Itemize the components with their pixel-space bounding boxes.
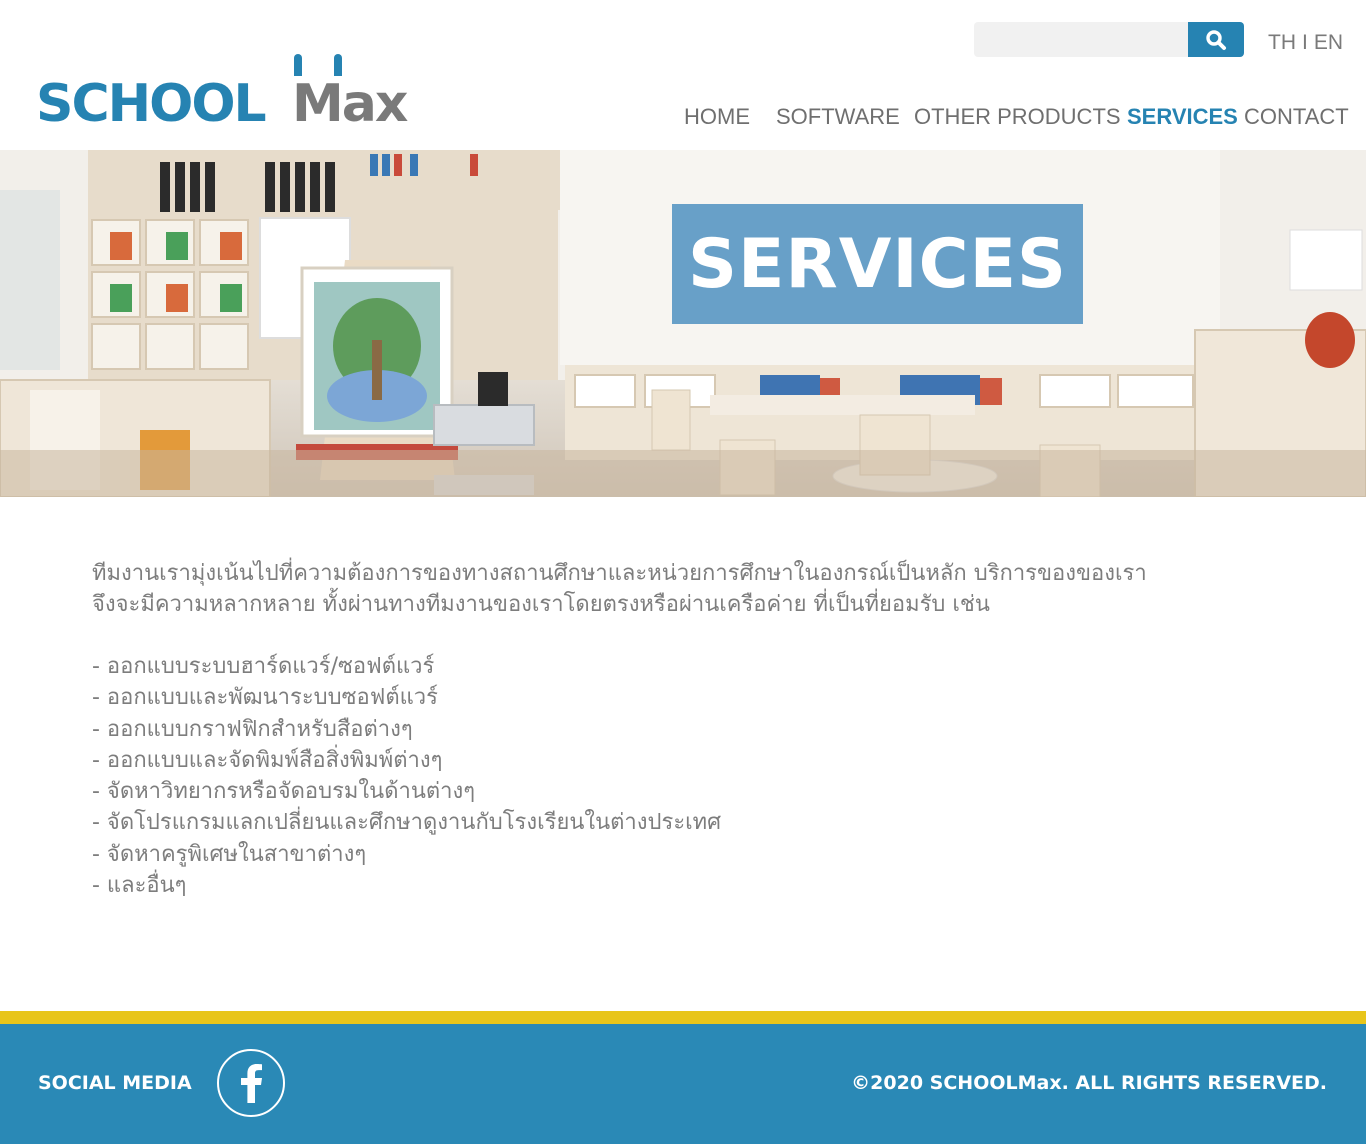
list-item: - ออกแบบและพัฒนาระบบซอฟต์แวร์ <box>92 685 438 711</box>
list-item: - จัดหาวิทยากรหรือจัดอบรมในด้านต่างๆ <box>92 779 476 805</box>
nav-services[interactable]: SERVICES <box>1127 104 1238 130</box>
list-item: - จัดหาครูพิเศษในสาขาต่างๆ <box>92 841 367 867</box>
search-icon <box>1206 29 1226 50</box>
intro-line: จึงจะมีความหลากหลาย ทั้งผ่านทางทีมงานของ… <box>92 592 990 617</box>
facebook-icon <box>241 1064 262 1103</box>
footer-accent-stripe <box>0 1011 1366 1024</box>
search-input[interactable] <box>974 22 1188 57</box>
logo-mark-left <box>294 54 302 76</box>
list-item: - ออกแบบกราฟฟิกสำหรับสือต่างๆ <box>92 716 413 742</box>
list-item: - และอื่นๆ <box>92 873 187 899</box>
list-item: - จัดโปรแกรมแลกเปลี่ยนและศึกษาดูงานกับโร… <box>92 810 722 836</box>
facebook-link[interactable] <box>217 1049 285 1117</box>
nav-software[interactable]: SOFTWARE <box>776 104 900 130</box>
search-button[interactable] <box>1188 22 1244 57</box>
language-switcher: TH I EN <box>1268 31 1343 55</box>
social-media-label: SOCIAL MEDIA <box>38 1072 192 1094</box>
nav-home[interactable]: HOME <box>684 104 750 130</box>
site-footer: SOCIAL MEDIA ©2020 SCHOOLMax. ALL RIGHTS… <box>0 1024 1366 1144</box>
main-nav: HOME SOFTWARE OTHER PRODUCTS SERVICES CO… <box>0 104 1366 134</box>
lang-th-link[interactable]: TH <box>1268 31 1296 54</box>
copyright-text: ©2020 SCHOOLMax. ALL RIGHTS RESERVED. <box>851 1072 1327 1094</box>
services-content: ทีมงานเรามุ่งเน้นไปที่ความต้องการของทางส… <box>92 558 1282 901</box>
intro-paragraph: ทีมงานเรามุ่งเน้นไปที่ความต้องการของทางส… <box>92 558 1282 620</box>
lang-en-link[interactable]: EN <box>1314 31 1343 54</box>
site-header: SCHOOL Max TH I EN HOME SOFTWARE OTHER PRO… <box>0 0 1366 150</box>
services-list: - ออกแบบระบบฮาร์ดแวร์/ซอฟต์แวร์ - ออกแบบ… <box>92 651 1282 901</box>
list-item: - ออกแบบระบบฮาร์ดแวร์/ซอฟต์แวร์ <box>92 654 435 679</box>
nav-other-products[interactable]: OTHER PRODUCTS <box>914 104 1121 130</box>
list-item: - ออกแบบและจัดพิมพ์สือสิ่งพิมพ์ต่างๆ <box>92 747 443 773</box>
lang-separator: I <box>1302 31 1308 54</box>
nav-contact[interactable]: CONTACT <box>1244 104 1349 130</box>
hero-banner: SERVICES <box>0 150 1366 497</box>
hero-title-box: SERVICES <box>672 204 1083 324</box>
intro-line: ทีมงานเรามุ่งเน้นไปที่ความต้องการของทางส… <box>92 561 1147 586</box>
hero-title: SERVICES <box>687 224 1068 304</box>
logo-mark-right <box>334 54 342 76</box>
